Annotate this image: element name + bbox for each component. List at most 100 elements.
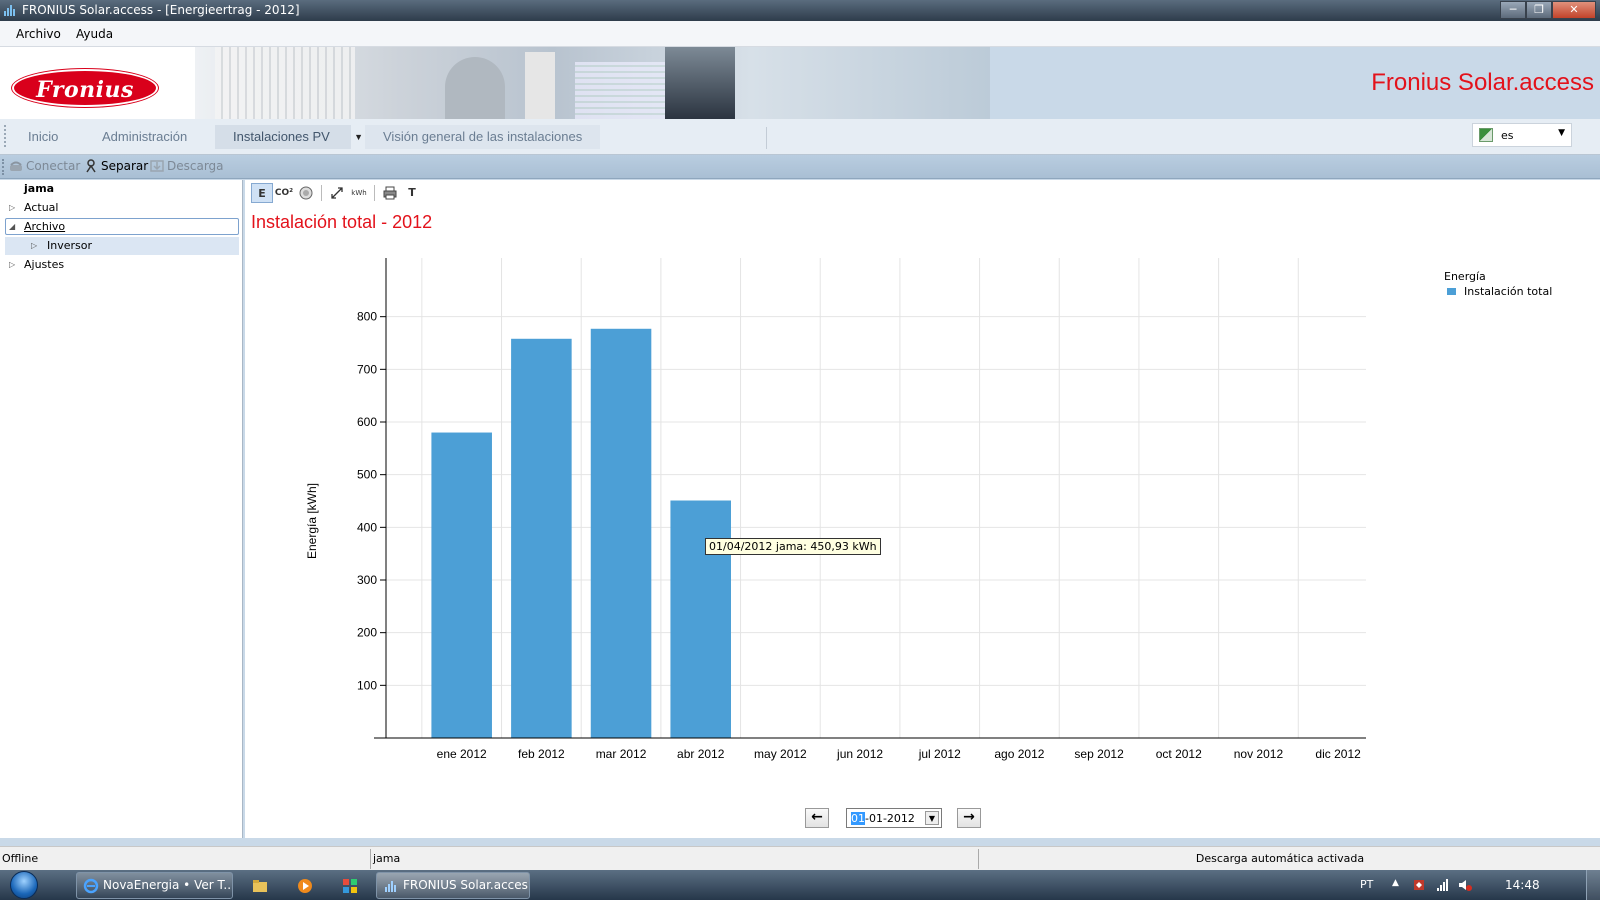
menu-archivo[interactable]: Archivo [16,27,61,41]
tree-item-inversor[interactable]: Inversor [47,237,92,254]
legend-series-label: Instalación total [1464,285,1553,298]
tree-item-ajustes[interactable]: Ajustes [24,256,64,273]
tab-vision-general[interactable]: Visión general de las instalaciones [365,125,601,149]
language-value: es [1501,129,1514,142]
energy-bar-chart: 100 200 300 400 500 600 700 800 ene 2012 feb 2012… [305,258,1366,761]
taskbar-explorer[interactable] [240,873,280,899]
disconnect-label: Separar [101,159,149,173]
title-bar: FRONIUS Solar.access - [Energieertrag - … [0,0,1600,21]
nav-bar: Inicio Administración Instalaciones PV ▼… [0,119,1600,155]
windows-orb-icon [10,871,38,899]
x-tick-label: oct 2012 [1156,747,1202,761]
chart-panel: E CO² kWh T Instalación total - 2012 100… [245,180,1600,838]
app-grid-icon [343,879,357,893]
maximize-button[interactable]: ❐ [1526,1,1552,19]
bar-ene-2012[interactable] [431,432,492,738]
x-tick-label: ago 2012 [994,747,1044,761]
folder-icon [253,880,267,892]
y-tick-label: 500 [357,468,377,482]
internet-explorer-icon [83,878,99,894]
navigation-tree: jama ▷ Actual ◢ Archivo ▷ Inversor ▷ Aju… [0,180,243,838]
x-tick-label: jul 2012 [918,747,961,761]
disconnect-button[interactable]: Separar [84,159,148,173]
chevron-down-icon[interactable]: ▼ [925,811,939,825]
legend-swatch [1447,288,1456,295]
y-tick-label: 400 [357,520,377,534]
bar-feb-2012[interactable] [511,338,572,738]
previous-year-button[interactable]: ← [805,808,829,828]
x-tick-label: dic 2012 [1315,747,1361,761]
disconnect-icon [86,159,96,173]
x-tick-label: nov 2012 [1234,747,1284,761]
y-tick-label: 600 [357,415,377,429]
download-label: Descarga [167,159,224,173]
taskbar: NovaEnergia • Ver T... FRONIUS Solar.acc… [0,870,1600,900]
x-tick-label: abr 2012 [677,747,725,761]
chevron-down-icon[interactable]: ▼ [354,125,363,149]
expand-icon[interactable]: ▷ [9,260,15,269]
network-signal-icon[interactable] [1436,878,1450,892]
expand-icon[interactable]: ▷ [9,203,15,212]
clock[interactable]: 14:48 [1505,878,1540,892]
tab-inicio[interactable]: Inicio [10,125,76,149]
window-title: FRONIUS Solar.access - [Energieertrag - … [22,3,300,17]
start-button[interactable] [4,870,44,900]
tray-language[interactable]: PT [1360,878,1373,891]
tab-instalaciones-pv[interactable]: Instalaciones PV ▼ [215,125,363,149]
close-button[interactable]: ✕ [1552,1,1596,19]
connect-label: Conectar [26,159,81,173]
taskbar-fronius-label: FRONIUS Solar.acces... [403,878,530,892]
bar-tooltip: 01/04/2012 jama: 450,93 kWh [705,538,881,555]
x-tick-label: mar 2012 [596,747,647,761]
menu-ayuda[interactable]: Ayuda [76,27,113,41]
status-bar: Offline jama Descarga automática activad… [0,846,1600,870]
language-select[interactable]: es ▼ [1472,123,1572,147]
chevron-down-icon: ▼ [1558,128,1565,138]
media-player-icon [298,879,312,893]
next-year-button[interactable]: → [957,808,981,828]
tree-item-archivo[interactable]: Archivo [24,218,65,235]
tray-expand-icon[interactable]: ▲ [1392,878,1399,888]
taskbar-app[interactable] [330,873,370,899]
x-tick-label: jun 2012 [836,747,883,761]
volume-muted-icon[interactable] [1458,878,1472,892]
show-desktop-button[interactable] [1586,870,1600,900]
tray-security-icon[interactable] [1412,878,1426,892]
connection-status: Offline [2,852,39,865]
tree-root[interactable]: jama [24,180,54,197]
tree-item-actual[interactable]: Actual [24,199,58,216]
chart-legend: Energía Instalación total [1444,270,1552,298]
download-button[interactable]: Descarga [150,159,224,173]
x-tick-label: feb 2012 [518,747,565,761]
x-tick-label: may 2012 [754,747,807,761]
banner: Fronius Fronius Solar.access [0,47,1600,119]
phone-icon [10,161,22,171]
taskbar-media-player[interactable] [285,873,325,899]
download-status: Descarga automática activada [1195,852,1365,865]
bar-abr-2012[interactable] [670,500,731,738]
expand-icon[interactable]: ▷ [31,241,37,250]
legend-title: Energía [1444,270,1486,283]
taskbar-browser[interactable]: NovaEnergia • Ver T... [76,872,233,899]
language-flag-icon [1479,128,1493,142]
taskbar-browser-label: NovaEnergia • Ver T... [103,878,233,892]
collapse-icon[interactable]: ◢ [9,222,15,231]
menu-bar: Archivo Ayuda [0,21,1600,47]
connect-button[interactable]: Conectar [9,159,80,173]
x-tick-label: sep 2012 [1074,747,1124,761]
x-tick-label: ene 2012 [437,747,487,761]
arrow-left-icon: ← [811,809,823,825]
tab-administracion[interactable]: Administración [84,125,205,149]
y-tick-label: 700 [357,362,377,376]
arrow-right-icon: → [963,809,975,825]
y-tick-label: 100 [357,678,377,692]
minimize-button[interactable]: ─ [1500,1,1526,19]
download-icon [150,160,164,172]
banner-photo [195,47,990,119]
taskbar-fronius[interactable]: FRONIUS Solar.acces... [376,872,530,899]
y-tick-label: 200 [357,626,377,640]
date-picker[interactable]: 01-01-2012 ▼ [846,808,942,828]
bar-mar-2012[interactable] [590,328,652,738]
y-axis-label: Energía [kWh] [305,483,319,559]
y-tick-label: 800 [357,310,377,324]
